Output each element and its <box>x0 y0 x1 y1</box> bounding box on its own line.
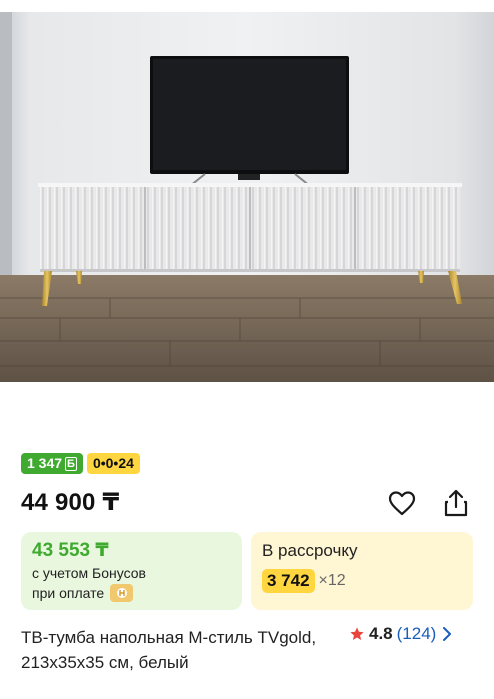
product-photo[interactable] <box>0 0 494 382</box>
bonus-note: с учетом Бонусов <box>32 565 146 581</box>
review-count: (124) <box>396 624 437 643</box>
heart-icon <box>388 491 416 516</box>
bonus-price: 43 553 ₸ <box>32 540 109 561</box>
wallet-icon <box>110 584 134 602</box>
bonus-amount: 1 347 <box>27 455 63 471</box>
bonus-price-card[interactable]: 43 553 ₸ с учетом Бонусов при оплате <box>21 532 242 610</box>
pay-row: при оплате <box>32 583 231 603</box>
rating-value: 4.8 <box>369 624 393 643</box>
price-row: 44 900 ₸ <box>21 486 473 520</box>
installment-months: ×12 <box>318 572 346 589</box>
bonus-badge: 1 347 Б <box>21 453 83 474</box>
installment-card[interactable]: В рассрочку 3 742 ×12 <box>251 532 473 610</box>
installment-row: 3 742 ×12 <box>262 569 462 593</box>
chevron-right-icon <box>443 627 452 641</box>
rating-link[interactable]: 4.8 (124) <box>349 624 454 644</box>
bonus-currency: Б <box>65 456 77 471</box>
share-button[interactable] <box>441 488 471 518</box>
installment-amount: 3 742 <box>262 569 315 593</box>
star-icon <box>350 627 364 640</box>
pay-note: при оплате <box>32 585 105 601</box>
installment-title: В рассрочку <box>262 541 358 560</box>
product-title: ТВ-тумба напольная М-стиль TVgold, 213x3… <box>21 628 317 672</box>
favorite-button[interactable] <box>387 488 417 518</box>
promo-badges: 1 347 Б 0•0•24 <box>21 453 140 474</box>
installment-badge: 0•0•24 <box>86 453 140 474</box>
share-icon <box>444 489 468 517</box>
